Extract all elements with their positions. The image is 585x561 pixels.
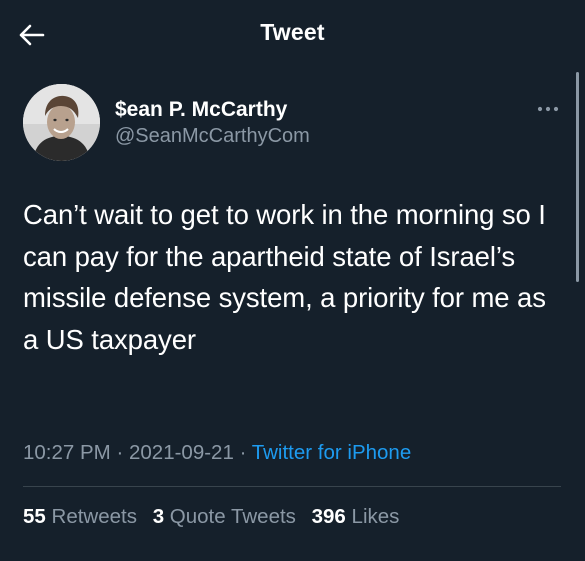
display-name[interactable]: $ean P. McCarthy xyxy=(115,97,310,123)
likes-count: 396 xyxy=(311,505,346,528)
quote-tweets-label: Quote Tweets xyxy=(169,505,296,528)
tweet-metadata: 10:27 PM · 2021-09-21 · Twitter for iPho… xyxy=(23,441,411,465)
meta-separator: · xyxy=(239,441,247,464)
page-title: Tweet xyxy=(260,19,325,45)
meta-separator: · xyxy=(116,441,124,464)
scrollbar[interactable] xyxy=(576,72,579,282)
divider xyxy=(23,486,561,487)
engagement-stats: 55 Retweets 3 Quote Tweets 396 Likes xyxy=(23,505,409,529)
retweets-stat[interactable]: 55 Retweets xyxy=(23,505,137,528)
likes-stat[interactable]: 396 Likes xyxy=(312,505,400,528)
user-handle[interactable]: @SeanMcCarthyCom xyxy=(115,123,310,149)
more-options-button[interactable] xyxy=(533,98,563,120)
avatar-photo xyxy=(23,84,100,161)
tweet-text: Can’t wait to get to work in the morning… xyxy=(23,199,546,355)
author-info[interactable]: $ean P. McCarthy @SeanMcCarthyCom xyxy=(115,97,310,149)
retweets-label: Retweets xyxy=(51,505,137,528)
tweet-date[interactable]: 2021-09-21 xyxy=(129,441,234,464)
top-bar: Tweet xyxy=(0,0,585,68)
quote-tweets-stat[interactable]: 3 Quote Tweets xyxy=(153,505,296,528)
tweet-time[interactable]: 10:27 PM xyxy=(23,441,111,464)
likes-label: Likes xyxy=(351,505,400,528)
retweets-count: 55 xyxy=(23,505,46,528)
quote-tweets-count: 3 xyxy=(152,505,165,528)
more-horizontal-icon xyxy=(537,106,559,112)
tweet-source-link[interactable]: Twitter for iPhone xyxy=(252,441,412,464)
tweet-detail-screen: Tweet $ean P. McCarthy @SeanMcCarthyCom xyxy=(0,0,585,561)
avatar[interactable] xyxy=(23,84,100,161)
